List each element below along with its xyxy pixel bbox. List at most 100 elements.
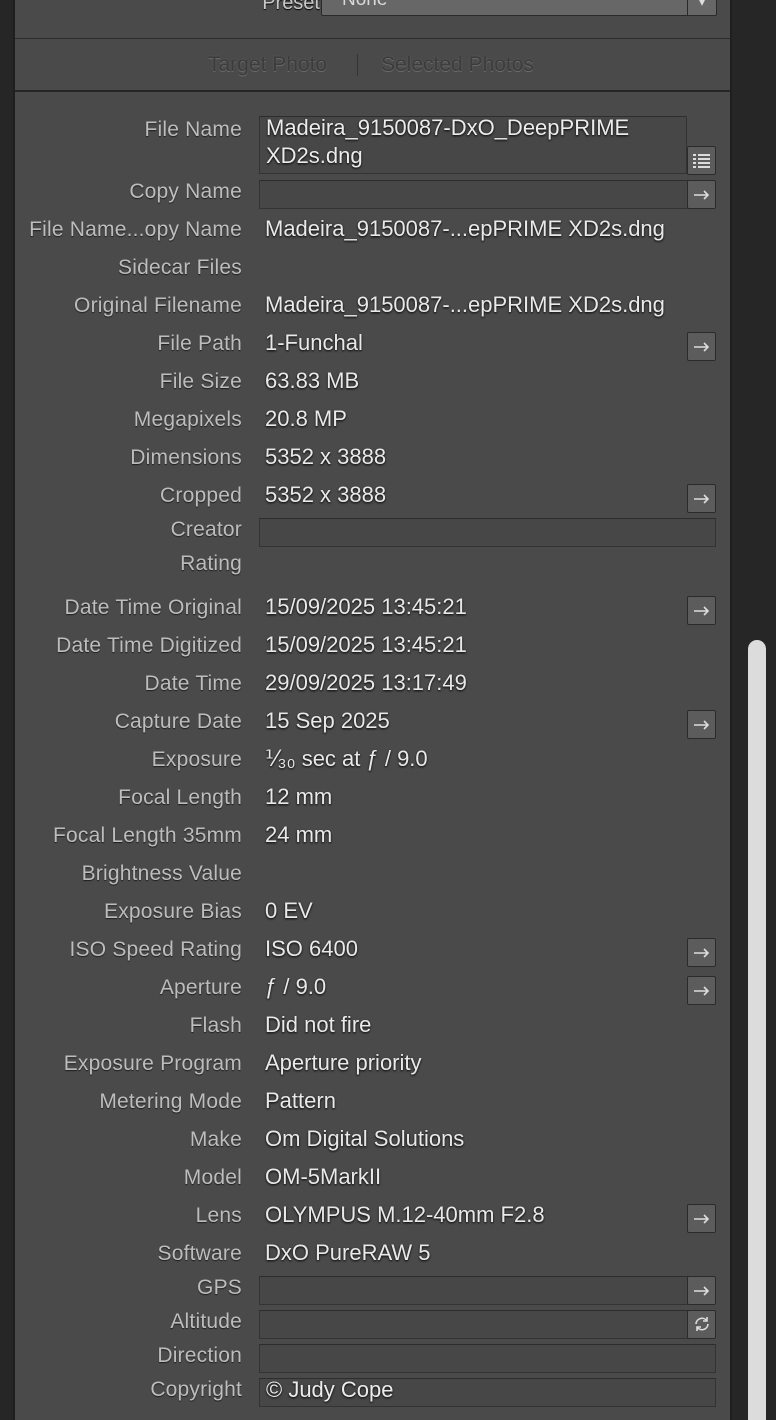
row-file-name: File Name Madeira_9150087-DxO_DeepPRIME … [15,115,730,178]
row-label: Lens [195,1204,242,1227]
row-value: Aperture priority [265,1050,422,1075]
row-label: Original Filename [74,294,242,317]
date-time-original-arrow-button[interactable] [687,596,716,625]
row-iso-speed-rating: ISO Speed Rating ISO 6400 [15,936,730,976]
row-value: 15/09/2025 13:45:21 [265,594,467,619]
row-value: 5352 x 3888 [265,482,387,507]
row-value: 12 mm [265,784,333,809]
row-lens: Lens OLYMPUS M.12-40mm F2.8 [15,1202,730,1242]
row-label: Software [157,1242,242,1265]
row-value: 24 mm [265,822,333,847]
arrow-right-icon [694,494,710,504]
target-tabs: Target Photo Selected Photos [15,40,730,90]
row-model: Model OM-5MarkII [15,1164,730,1204]
tab-selected-photos[interactable]: Selected Photos [381,53,534,77]
copy-name-field[interactable] [259,180,688,209]
row-brightness-value: Brightness Value [15,862,730,900]
metadata-panel: Preset None ▾ Target Photo Selected Phot… [13,0,732,1420]
file-name-line2: XD2s.dng [266,143,363,168]
row-date-time: Date Time 29/09/2025 13:17:49 [15,670,730,710]
row-label: Exposure Bias [103,900,242,923]
row-value: 15/09/2025 13:45:21 [265,632,467,657]
gps-field[interactable] [259,1276,688,1305]
iso-arrow-button[interactable] [687,938,716,967]
row-cropped: Cropped 5352 x 3888 [15,482,730,522]
direction-label: Direction [157,1344,242,1367]
altitude-field[interactable] [259,1310,688,1339]
row-metering-mode: Metering Mode Pattern [15,1088,730,1128]
preset-select[interactable]: None ▾ [321,0,717,16]
row-rating: Rating [15,552,730,590]
row-label: Dimensions [130,446,242,469]
chevron-down-icon: ▾ [687,0,716,15]
list-icon [693,154,710,168]
row-value: Madeira_9150087-...epPRIME XD2s.dng [265,216,665,241]
capture-date-arrow-button[interactable] [687,710,716,739]
row-label: Date Time Digitized [56,634,242,657]
file-path-arrow-button[interactable] [687,332,716,361]
row-value: 63.83 MB [265,368,360,393]
row-label: Megapixels [133,408,242,431]
row-label: ISO Speed Rating [69,938,242,961]
row-sidecar-files: Sidecar Files [15,256,730,294]
row-value: 20.8 MP [265,406,347,431]
altitude-refresh-button[interactable] [687,1310,716,1339]
row-flash: Flash Did not fire [15,1012,730,1052]
row-label: Exposure Program [63,1052,242,1075]
row-label: Model [183,1166,242,1189]
tab-separator [357,54,358,76]
row-value: 1-Funchal [265,330,363,355]
direction-field[interactable] [259,1344,716,1373]
scrollbar-thumb[interactable] [748,640,766,1420]
row-label: File Size [159,370,242,393]
row-dimensions: Dimensions 5352 x 3888 [15,444,730,484]
row-creator: Creator [15,518,730,556]
divider [15,38,730,39]
row-value: 15 Sep 2025 [265,708,390,733]
row-label: Focal Length 35mm [53,824,242,847]
row-label: Sidecar Files [118,256,242,279]
row-focal-length-35mm: Focal Length 35mm 24 mm [15,822,730,862]
row-label: File Name...opy Name [29,218,242,241]
row-value: Pattern [265,1088,336,1113]
row-label: Capture Date [114,710,242,733]
row-copy-name: Copy Name [15,180,730,218]
row-value: ⅟₃₀ sec at ƒ / 9.0 [265,746,428,771]
file-name-field[interactable]: Madeira_9150087-DxO_DeepPRIME XD2s.dng [259,115,687,174]
tab-target-photo[interactable]: Target Photo [208,53,327,77]
creator-field[interactable] [259,518,716,547]
creator-label: Creator [170,518,242,541]
row-make: Make Om Digital Solutions [15,1126,730,1166]
refresh-icon [695,1317,709,1331]
row-file-path: File Path 1-Funchal [15,330,730,370]
preset-row: Preset None ▾ [15,0,730,36]
divider [15,90,730,92]
row-file-size: File Size 63.83 MB [15,368,730,408]
cropped-arrow-button[interactable] [687,484,716,513]
row-exposure-bias: Exposure Bias 0 EV [15,898,730,938]
row-label: Cropped [160,484,242,507]
arrow-right-icon [694,1214,710,1224]
gps-arrow-button[interactable] [687,1276,716,1305]
copy-name-arrow-button[interactable] [687,180,716,209]
aperture-arrow-button[interactable] [687,976,716,1005]
file-name-label: File Name [144,118,242,141]
row-date-time-digitized: Date Time Digitized 15/09/2025 13:45:21 [15,632,730,672]
row-value: Did not fire [265,1012,372,1037]
row-value: 5352 x 3888 [265,444,387,469]
row-aperture: Aperture ƒ / 9.0 [15,974,730,1014]
row-label: Metering Mode [99,1090,242,1113]
row-label: File Path [157,332,242,355]
arrow-right-icon [694,720,710,730]
row-value: Om Digital Solutions [265,1126,465,1151]
preset-label: Preset [262,0,320,14]
row-date-time-original: Date Time Original 15/09/2025 13:45:21 [15,594,730,634]
row-exposure-program: Exposure Program Aperture priority [15,1050,730,1090]
file-name-list-button[interactable] [687,146,716,175]
row-copyright: Copyright © Judy Cope [15,1377,730,1416]
copyright-field[interactable]: © Judy Cope [259,1377,716,1407]
lens-arrow-button[interactable] [687,1204,716,1233]
row-value: ISO 6400 [265,936,358,961]
row-file-name-copy-name: File Name...opy Name Madeira_9150087-...… [15,216,730,256]
row-label: Date Time [144,672,242,695]
